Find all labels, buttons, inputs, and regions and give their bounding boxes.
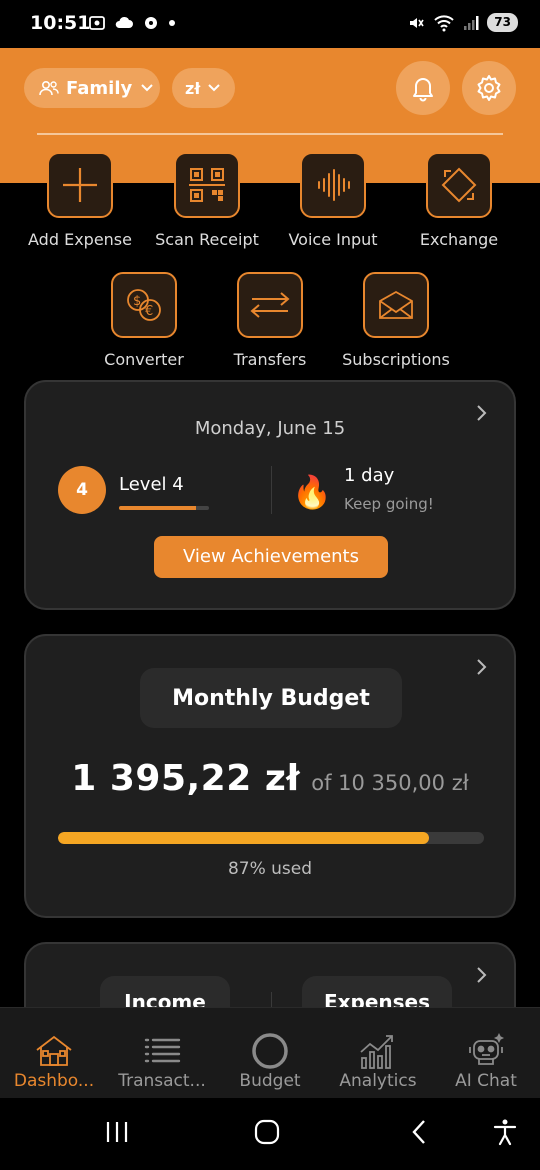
fire-icon: 🔥 <box>292 473 332 511</box>
qr-code-icon <box>189 168 225 202</box>
quick-action-subscriptions[interactable]: Subscriptions <box>331 272 461 369</box>
list-icon <box>144 1038 181 1063</box>
quick-action-label: Subscriptions <box>342 350 450 369</box>
recent-apps-icon <box>106 1122 128 1142</box>
chevron-down-icon <box>141 84 153 92</box>
chevron-down-icon <box>208 84 220 92</box>
bell-icon <box>413 78 433 102</box>
robot-icon <box>469 1032 505 1065</box>
envelope-icon <box>379 290 413 319</box>
waveform-icon <box>318 169 350 201</box>
header-divider <box>37 133 503 135</box>
status-time: 10:51 <box>30 12 91 34</box>
budget-progress-bar <box>58 832 484 844</box>
exchange-icon <box>441 167 477 203</box>
house-icon <box>36 1035 72 1066</box>
accessibility-button[interactable] <box>490 1116 520 1148</box>
ring-icon <box>252 1033 288 1069</box>
transfer-arrows-icon <box>250 292 290 318</box>
budget-title: Monthly Budget <box>140 668 402 728</box>
svg-text:€: € <box>145 304 153 319</box>
quick-action-label: Transfers <box>233 350 307 369</box>
status-bar: 10:51 73 <box>0 0 540 48</box>
nav-transactions[interactable]: Transact... <box>108 1008 216 1099</box>
back-icon <box>412 1120 425 1144</box>
quick-action-label: Converter <box>104 350 184 369</box>
streak-message: Keep going! <box>344 495 434 513</box>
home-icon <box>254 1119 280 1145</box>
battery-indicator: 73 <box>487 13 518 32</box>
back-button[interactable] <box>404 1116 434 1148</box>
cloud-icon <box>115 16 133 28</box>
level-badge: 4 <box>58 466 106 514</box>
plus-icon <box>63 168 97 202</box>
budget-spent: 1 395,22 zł <box>71 758 301 799</box>
nav-analytics[interactable]: Analytics <box>324 1008 432 1099</box>
mute-icon <box>410 17 424 28</box>
signal-icon <box>464 15 479 30</box>
nav-dashboard[interactable]: Dashbo... <box>0 1008 108 1099</box>
nav-label: AI Chat <box>455 1071 517 1091</box>
quick-action-transfers[interactable]: Transfers <box>205 272 335 369</box>
notifications-button[interactable] <box>396 61 450 115</box>
budget-total: of 10 350,00 zł <box>311 771 469 795</box>
system-navigation-bar <box>0 1098 540 1170</box>
level-progress-bar <box>119 506 209 510</box>
quick-action-label: Add Expense <box>28 230 132 249</box>
chevron-right-icon <box>477 967 487 983</box>
recent-apps-button[interactable] <box>100 1116 134 1148</box>
nav-label: Transact... <box>118 1071 206 1091</box>
settings-cog-icon <box>145 17 157 29</box>
nav-label: Dashbo... <box>13 1071 95 1091</box>
svg-text:$: $ <box>133 294 141 309</box>
quick-action-label: Scan Receipt <box>155 230 259 249</box>
home-button[interactable] <box>250 1116 284 1148</box>
users-icon <box>39 80 59 96</box>
account-selector-label: Family <box>66 77 133 99</box>
gear-icon <box>477 75 501 101</box>
nav-budget[interactable]: Budget <box>216 1008 324 1099</box>
quick-action-label: Voice Input <box>288 230 378 249</box>
settings-button[interactable] <box>462 61 516 115</box>
quick-action-exchange[interactable]: Exchange <box>394 152 524 249</box>
nav-ai-chat[interactable]: AI Chat <box>432 1008 540 1099</box>
chevron-right-icon <box>477 659 487 675</box>
dot-icon <box>169 20 175 26</box>
view-achievements-button[interactable]: View Achievements <box>154 536 388 578</box>
level-label: Level 4 <box>119 474 184 495</box>
streak-days: 1 day <box>344 465 395 486</box>
quick-action-converter[interactable]: $ € Converter <box>79 272 209 369</box>
quick-action-scan-receipt[interactable]: Scan Receipt <box>142 152 272 249</box>
nav-label: Budget <box>239 1071 301 1091</box>
nav-label: Analytics <box>339 1071 417 1091</box>
quick-action-label: Exchange <box>419 230 499 249</box>
account-selector[interactable]: Family <box>24 68 160 108</box>
currency-selector[interactable]: zł <box>172 68 235 108</box>
quick-action-add-expense[interactable]: Add Expense <box>15 152 145 249</box>
monthly-budget-card[interactable]: Monthly Budget 1 395,22 zł of 10 350,00 … <box>24 634 516 918</box>
screenshot-icon <box>89 16 105 30</box>
current-date: Monday, June 15 <box>194 418 346 439</box>
chart-icon <box>360 1035 393 1069</box>
currency-converter-icon: $€ <box>127 289 161 321</box>
currency-selector-label: zł <box>185 78 201 98</box>
accessibility-icon <box>493 1119 517 1146</box>
budget-used-label: 87% used <box>227 859 313 879</box>
quick-action-voice-input[interactable]: Voice Input <box>268 152 398 249</box>
bottom-navigation: Dashbo... Transact... Budget Analytics A… <box>0 1007 540 1098</box>
progress-card[interactable]: Monday, June 15 4 Level 4 🔥 1 day Keep g… <box>24 380 516 610</box>
wifi-icon <box>434 14 454 31</box>
